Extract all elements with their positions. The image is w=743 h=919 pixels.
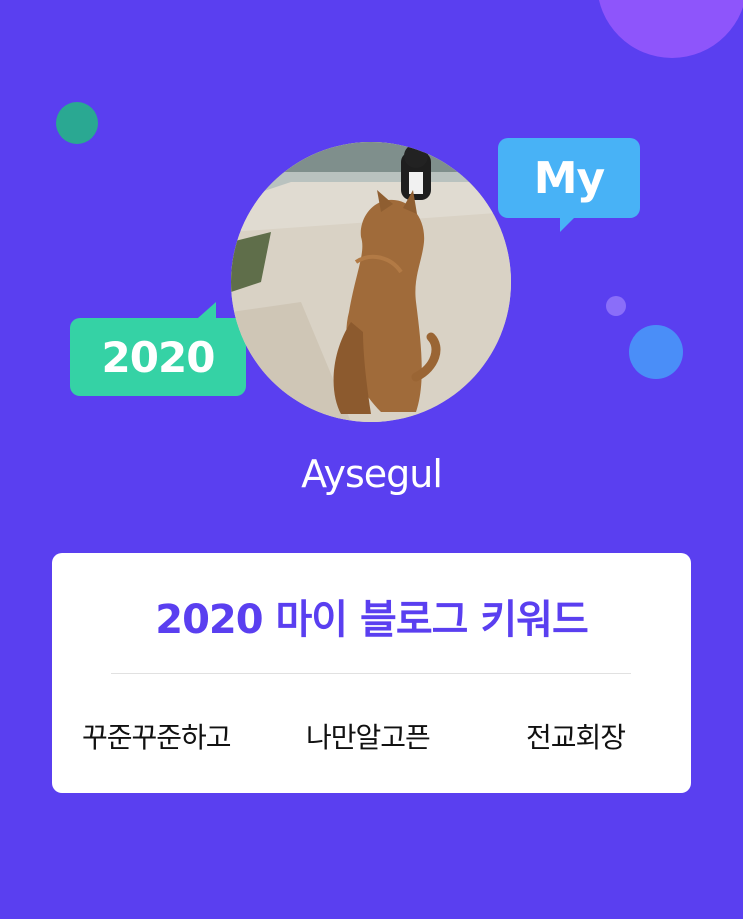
decorative-circle-teal bbox=[56, 102, 98, 144]
decorative-circle-blue bbox=[629, 325, 683, 379]
card-title: 2020 마이 블로그 키워드 bbox=[155, 597, 589, 643]
my-badge-label: My bbox=[533, 152, 605, 204]
username: Aysegul bbox=[301, 452, 443, 496]
my-speech-bubble: My bbox=[498, 138, 640, 232]
keyword-card: 2020 마이 블로그 키워드 꾸준꾸준하고 나만알고픈 전교회장 bbox=[52, 553, 691, 793]
keyword-1: 꾸준꾸준하고 bbox=[82, 721, 232, 754]
avatar bbox=[231, 142, 511, 422]
decorative-circle-top bbox=[597, 0, 743, 58]
year-speech-bubble: 2020 bbox=[70, 302, 246, 396]
decorative-circle-lilac bbox=[606, 296, 626, 316]
keyword-3: 전교회장 bbox=[526, 721, 626, 754]
cat-photo-icon bbox=[231, 142, 511, 422]
keyword-2: 나만알고픈 bbox=[306, 721, 431, 754]
year-badge-label: 2020 bbox=[101, 332, 216, 382]
divider bbox=[111, 673, 631, 674]
